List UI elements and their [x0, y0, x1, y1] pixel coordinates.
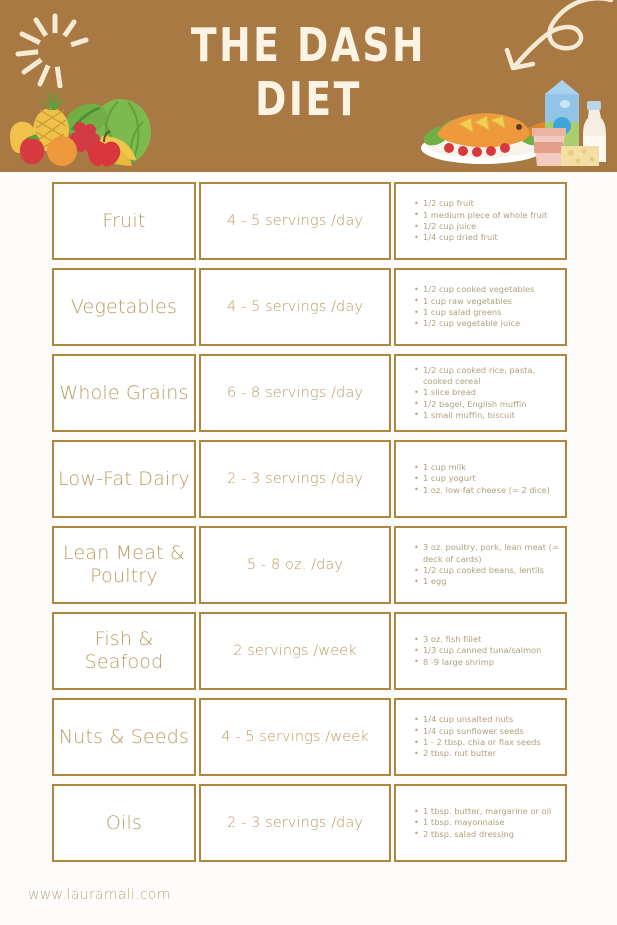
list-item: 1/2 cup cooked rice, pasta, cooked cerea… [414, 364, 561, 388]
list-item: 3 oz. fish fillet [414, 634, 561, 646]
title-line-2: DIET [255, 72, 362, 126]
food-group-label: Fish & Seafood [84, 628, 164, 673]
examples-cell: 3 oz. poultry, pork, lean meat (= deck o… [394, 526, 567, 604]
food-group-label: Lean Meat & Poultry [63, 542, 185, 587]
list-item: 1/2 cup cooked beans, lentils [414, 564, 561, 576]
examples-cell: 1 tbsp. butter, margarine or oil1 tbsp. … [394, 784, 567, 862]
list-item: 2 tbsp. salad dressing [414, 828, 561, 840]
food-group-cell: Whole Grains [52, 354, 196, 432]
food-group-label: Vegetables [70, 295, 178, 318]
examples-cell: 1 cup milk1 cup yogurt1 oz. low-fat chee… [394, 440, 567, 518]
food-group-label: Fruit [102, 209, 146, 232]
servings-label: 2 - 3 servings /day [226, 470, 364, 487]
servings-cell: 4 - 5 servings /week [199, 698, 391, 776]
table-row: Fruit 4 - 5 servings /day 1/2 cup fruit1 m… [0, 182, 617, 260]
servings-cell: 2 - 3 servings /day [199, 440, 391, 518]
servings-label: 4 - 5 servings /week [221, 728, 369, 745]
list-item: 1 oz. low-fat cheese (= 2 dice) [414, 484, 561, 496]
servings-cell: 4 - 5 servings /day [199, 182, 391, 260]
examples-list: 1/2 cup fruit1 medium piece of whole fru… [398, 198, 561, 243]
servings-label: 2 servings /week [233, 642, 357, 659]
list-item: 1 cup yogurt [414, 473, 561, 485]
table-row: Fish & Seafood 2 servings /week 3 oz. fis… [0, 612, 617, 690]
dash-diet-table: Fruit 4 - 5 servings /day 1/2 cup fruit1 m… [0, 172, 617, 870]
examples-list: 1 cup milk1 cup yogurt1 oz. low-fat chee… [398, 462, 561, 496]
examples-list: 1/4 cup unsalted nuts1/4 cup sunflower s… [398, 714, 561, 759]
list-item: 1 medium piece of whole fruit [414, 209, 561, 221]
list-item: 1 cup salad greens [414, 306, 561, 318]
table-row: Vegetables 4 - 5 servings /day 1/2 cup coo… [0, 268, 617, 346]
examples-list: 3 oz. fish fillet1/3 cup canned tuna/sal… [398, 634, 561, 668]
list-item: 1 tbsp. butter, margarine or oil [414, 806, 561, 818]
servings-label: 2 - 3 servings /day [226, 814, 364, 831]
table-row: Low-Fat Dairy 2 - 3 servings /day 1 cup mi… [0, 440, 617, 518]
title-line-1: THE DASH [190, 18, 427, 72]
servings-cell: 2 - 3 servings /day [199, 784, 391, 862]
examples-cell: 1/2 cup cooked rice, pasta, cooked cerea… [394, 354, 567, 432]
list-item: 3 oz. poultry, pork, lean meat (= deck o… [414, 542, 561, 565]
servings-cell: 5 - 8 oz. /day [199, 526, 391, 604]
page-title: THE DASH DIET [56, 18, 562, 126]
list-item: 1/2 cup vegetable juice [414, 318, 561, 330]
servings-label: 5 - 8 oz. /day [246, 556, 344, 573]
servings-label: 4 - 5 servings /day [226, 298, 364, 315]
list-item: 1 egg [414, 576, 561, 588]
list-item: 1 cup milk [414, 462, 561, 474]
list-item: 8 -9 large shrimp [414, 656, 561, 668]
list-item: 1/2 cup juice [414, 220, 561, 232]
list-item: 1/2 cup cooked vegetables [414, 284, 561, 296]
examples-cell: 1/2 cup cooked vegetables1 cup raw veget… [394, 268, 567, 346]
list-item: 1 tbsp. mayonnaise [414, 817, 561, 829]
list-item: 1/2 cup fruit [414, 198, 561, 210]
page-header: THE DASH DIET [0, 0, 617, 172]
food-group-label: Oils [105, 811, 143, 834]
footer-website[interactable]: www.lauramali.com [28, 887, 171, 903]
food-group-cell: Low-Fat Dairy [52, 440, 196, 518]
servings-cell: 6 - 8 servings /day [199, 354, 391, 432]
servings-cell: 4 - 5 servings /day [199, 268, 391, 346]
list-item: 1 cup raw vegetables [414, 295, 561, 307]
servings-cell: 2 servings /week [199, 612, 391, 690]
food-group-label: Whole Grains [59, 381, 189, 404]
food-group-cell: Fish & Seafood [52, 612, 196, 690]
servings-label: 4 - 5 servings /day [226, 212, 364, 229]
list-item: 1 - 2 tbsp. chia or flax seeds [414, 736, 561, 748]
table-row: Oils 2 - 3 servings /day 1 tbsp. butter, m… [0, 784, 617, 862]
examples-list: 1 tbsp. butter, margarine or oil1 tbsp. … [398, 806, 561, 840]
food-group-label: Low-Fat Dairy [58, 467, 190, 490]
table-row: Lean Meat & Poultry 5 - 8 oz. /day 3 oz. … [0, 526, 617, 604]
examples-cell: 3 oz. fish fillet1/3 cup canned tuna/sal… [394, 612, 567, 690]
food-group-cell: Oils [52, 784, 196, 862]
examples-cell: 1/2 cup fruit1 medium piece of whole fru… [394, 182, 567, 260]
list-item: 1/4 cup unsalted nuts [414, 714, 561, 726]
list-item: 1 slice bread [414, 387, 561, 399]
list-item: 1 small muffin, biscuit [414, 409, 561, 421]
table-row: Whole Grains 6 - 8 servings /day 1/2 cup c… [0, 354, 617, 432]
list-item: 1/4 cup sunflower seeds [414, 725, 561, 737]
food-group-cell: Lean Meat & Poultry [52, 526, 196, 604]
food-group-cell: Fruit [52, 182, 196, 260]
list-item: 1/4 cup dried fruit [414, 232, 561, 244]
list-item: 1/3 cup canned tuna/salmon [414, 645, 561, 657]
examples-cell: 1/4 cup unsalted nuts1/4 cup sunflower s… [394, 698, 567, 776]
food-group-cell: Vegetables [52, 268, 196, 346]
examples-list: 1/2 cup cooked vegetables1 cup raw veget… [398, 284, 561, 329]
table-row: Nuts & Seeds 4 - 5 servings /week 1/4 cup … [0, 698, 617, 776]
examples-list: 1/2 cup cooked rice, pasta, cooked cerea… [398, 364, 561, 421]
list-item: 2 tbsp. nut butter [414, 748, 561, 760]
list-item: 1/2 bagel, English muffin [414, 398, 561, 410]
food-group-label: Nuts & Seeds [58, 725, 190, 748]
servings-label: 6 - 8 servings /day [226, 384, 364, 401]
examples-list: 3 oz. poultry, pork, lean meat (= deck o… [398, 542, 561, 587]
food-group-cell: Nuts & Seeds [52, 698, 196, 776]
